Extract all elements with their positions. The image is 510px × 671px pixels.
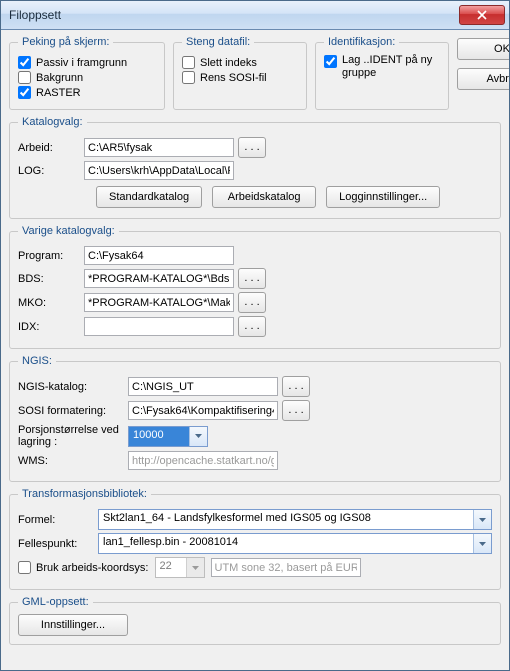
- formel-label: Formel:: [18, 514, 98, 526]
- chk-bakgrunn[interactable]: Bakgrunn: [18, 71, 156, 84]
- steng-fieldset: Steng datafil: Slett indeks Rens SOSI-fi…: [173, 36, 307, 110]
- peking-fieldset: Peking på skjerm: Passiv i framgrunn Bak…: [9, 36, 165, 110]
- zone-combo: 22: [155, 557, 205, 578]
- chk-bakgrunn-label: Bakgrunn: [36, 72, 83, 84]
- arbeid-browse-button[interactable]: . . .: [238, 137, 266, 158]
- wms-input: [128, 451, 278, 470]
- program-input[interactable]: [84, 246, 234, 265]
- zone-desc: [211, 558, 361, 577]
- log-input[interactable]: [84, 161, 234, 180]
- cancel-button[interactable]: Avbryt: [457, 68, 509, 90]
- peking-legend: Peking på skjerm:: [18, 36, 113, 48]
- katalogvalg-fieldset: Katalogvalg: Arbeid: . . . LOG: Standard…: [9, 116, 501, 219]
- log-label: LOG:: [18, 165, 84, 177]
- chk-bruk-koordsys[interactable]: Bruk arbeids-koordsys:: [18, 561, 149, 574]
- idx-label: IDX:: [18, 321, 84, 333]
- chk-slett-indeks[interactable]: Slett indeks: [182, 56, 298, 69]
- chk-bakgrunn-input[interactable]: [18, 71, 31, 84]
- sosi-browse-button[interactable]: . . .: [282, 400, 310, 421]
- close-icon: [477, 10, 487, 20]
- logginnstillinger-button[interactable]: Logginnstillinger...: [326, 186, 440, 208]
- arbeid-input[interactable]: [84, 138, 234, 157]
- bds-label: BDS:: [18, 273, 84, 285]
- program-label: Program:: [18, 250, 84, 262]
- trans-legend: Transformasjonsbibliotek:: [18, 488, 151, 500]
- chk-passiv-input[interactable]: [18, 56, 31, 69]
- katalogvalg-legend: Katalogvalg:: [18, 116, 87, 128]
- porsjon-label: Porsjonstørrelse ved lagring :: [18, 424, 128, 448]
- gml-fieldset: GML-oppsett: Innstillinger...: [9, 596, 501, 645]
- felles-label: Fellespunkt:: [18, 538, 98, 550]
- ngis-katalog-input[interactable]: [128, 377, 278, 396]
- chk-rens-sosi-input[interactable]: [182, 71, 195, 84]
- chk-raster-label: RASTER: [36, 87, 81, 99]
- ident-fieldset: Identifikasjon: Lag ..IDENT på ny gruppe: [315, 36, 449, 110]
- standardkatalog-button[interactable]: Standardkatalog: [96, 186, 202, 208]
- formel-combo[interactable]: Skt2lan1_64 - Landsfylkesformel med IGS0…: [98, 509, 492, 530]
- bds-input[interactable]: [84, 269, 234, 288]
- ngis-legend: NGIS:: [18, 355, 56, 367]
- ngis-katalog-browse-button[interactable]: . . .: [282, 376, 310, 397]
- chevron-down-icon: [479, 542, 486, 546]
- bds-browse-button[interactable]: . . .: [238, 268, 266, 289]
- mko-label: MKO:: [18, 297, 84, 309]
- ident-legend: Identifikasjon:: [324, 36, 399, 48]
- felles-dropdown-button[interactable]: [473, 534, 491, 553]
- varige-legend: Varige katalogvalg:: [18, 225, 119, 237]
- porsjon-value: 10000: [129, 427, 189, 446]
- chk-slett-indeks-input[interactable]: [182, 56, 195, 69]
- titlebar: Filoppsett: [1, 1, 509, 30]
- window-title: Filoppsett: [9, 8, 459, 22]
- trans-fieldset: Transformasjonsbibliotek: Formel: Skt2la…: [9, 488, 501, 590]
- chk-rens-sosi[interactable]: Rens SOSI-fil: [182, 71, 298, 84]
- felles-combo[interactable]: lan1_fellesp.bin - 20081014: [98, 533, 492, 554]
- chk-lag-ident-label: Lag ..IDENT på ny gruppe: [342, 54, 440, 80]
- gml-innstillinger-button[interactable]: Innstillinger...: [18, 614, 128, 636]
- close-button[interactable]: [459, 5, 505, 25]
- idx-browse-button[interactable]: . . .: [238, 316, 266, 337]
- ngis-fieldset: NGIS: NGIS-katalog: . . . SOSI formateri…: [9, 355, 501, 482]
- ok-button[interactable]: OK: [457, 38, 509, 60]
- chevron-down-icon: [192, 566, 199, 570]
- mko-browse-button[interactable]: . . .: [238, 292, 266, 313]
- chk-raster[interactable]: RASTER: [18, 86, 156, 99]
- porsjon-dropdown-button[interactable]: [189, 427, 207, 446]
- chk-passiv[interactable]: Passiv i framgrunn: [18, 56, 156, 69]
- chk-bruk-koordsys-label: Bruk arbeids-koordsys:: [36, 562, 149, 574]
- chk-raster-input[interactable]: [18, 86, 31, 99]
- wms-label: WMS:: [18, 455, 128, 467]
- idx-input[interactable]: [84, 317, 234, 336]
- felles-value: lan1_fellesp.bin - 20081014: [99, 534, 473, 553]
- arbeidskatalog-button[interactable]: Arbeidskatalog: [212, 186, 316, 208]
- chk-slett-indeks-label: Slett indeks: [200, 57, 257, 69]
- zone-value: 22: [156, 558, 186, 577]
- varige-fieldset: Varige katalogvalg: Program: BDS: . . . …: [9, 225, 501, 349]
- ngis-katalog-label: NGIS-katalog:: [18, 381, 128, 393]
- formel-dropdown-button[interactable]: [473, 510, 491, 529]
- sosi-label: SOSI formatering:: [18, 405, 128, 417]
- chk-passiv-label: Passiv i framgrunn: [36, 57, 127, 69]
- formel-value: Skt2lan1_64 - Landsfylkesformel med IGS0…: [99, 510, 473, 529]
- chevron-down-icon: [195, 434, 202, 438]
- zone-dropdown-button: [186, 558, 204, 577]
- sosi-input[interactable]: [128, 401, 278, 420]
- chk-bruk-koordsys-input[interactable]: [18, 561, 31, 574]
- gml-legend: GML-oppsett:: [18, 596, 93, 608]
- mko-input[interactable]: [84, 293, 234, 312]
- chk-rens-sosi-label: Rens SOSI-fil: [200, 72, 267, 84]
- arbeid-label: Arbeid:: [18, 142, 84, 154]
- chevron-down-icon: [479, 518, 486, 522]
- porsjon-combo[interactable]: 10000: [128, 426, 208, 447]
- steng-legend: Steng datafil:: [182, 36, 254, 48]
- chk-lag-ident[interactable]: Lag ..IDENT på ny gruppe: [324, 54, 440, 80]
- chk-lag-ident-input[interactable]: [324, 55, 337, 68]
